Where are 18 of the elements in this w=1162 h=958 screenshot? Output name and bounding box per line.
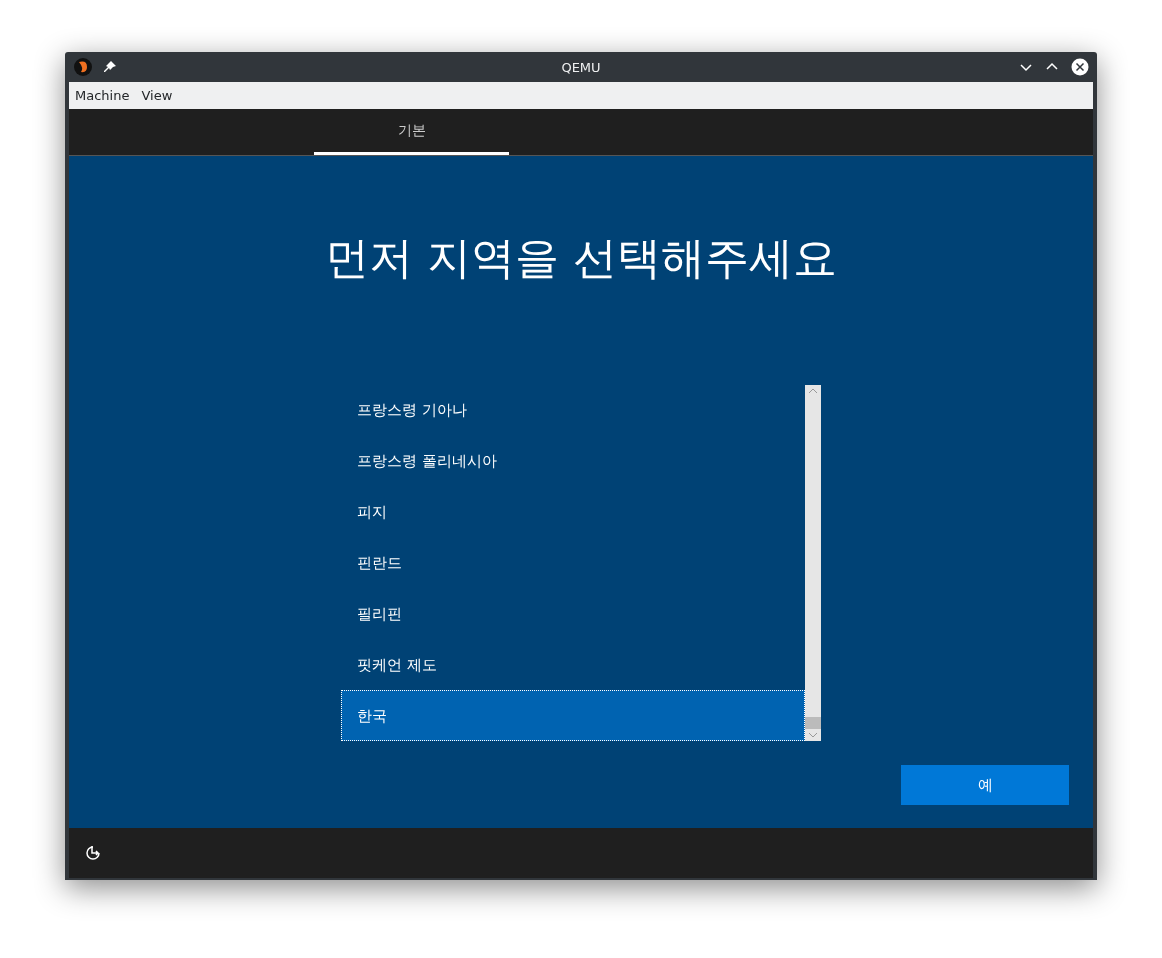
accessibility-icon[interactable] <box>84 844 102 862</box>
heading: 먼저 지역을 선택해주세요 <box>324 231 838 285</box>
scroll-thumb[interactable] <box>805 717 821 729</box>
menu-item[interactable]: View <box>141 88 173 103</box>
region-item[interactable]: 프랑스령 기아나 <box>341 385 805 436</box>
region-item[interactable]: 프랑스령 폴리네시아 <box>341 435 805 487</box>
window-title: QEMU <box>561 59 601 75</box>
region-item[interactable]: 한국 <box>341 690 805 741</box>
yes-button[interactable]: 예 <box>901 765 1069 805</box>
app-logo-icon <box>73 57 93 77</box>
pin-icon[interactable] <box>103 60 117 74</box>
scrollbar[interactable] <box>805 385 821 741</box>
region-item[interactable]: 피지 <box>341 486 805 538</box>
close-icon[interactable] <box>1071 58 1089 76</box>
menu-item[interactable]: Machine <box>75 88 130 103</box>
region-item[interactable]: 필리핀 <box>341 588 805 640</box>
region-item[interactable]: 핀란드 <box>341 537 805 589</box>
region-item[interactable]: 핏케언 제도 <box>341 639 805 691</box>
